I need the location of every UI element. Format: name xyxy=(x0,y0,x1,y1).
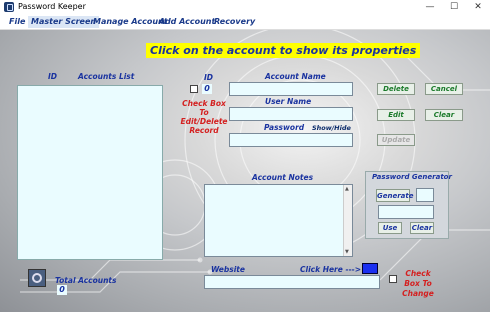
total-accounts-label: Total Accounts xyxy=(55,276,117,285)
settings-gear-icon[interactable] xyxy=(28,269,46,287)
id-label: ID xyxy=(204,73,214,82)
minimize-button[interactable]: — xyxy=(418,0,442,14)
show-hide-toggle[interactable]: Show/Hide xyxy=(312,124,351,132)
password-label: Password xyxy=(264,123,305,132)
generated-password-output[interactable] xyxy=(378,205,434,219)
update-button[interactable]: Update xyxy=(377,134,415,146)
title-bar: Password Keeper — ☐ ✕ xyxy=(0,0,490,15)
use-button[interactable]: Use xyxy=(378,222,402,234)
website-link[interactable]: Click Here ---> xyxy=(300,265,361,274)
password-generator-panel: Password Generator Generate Use Clear xyxy=(365,171,452,239)
instruction-banner: Click on the account to show its propert… xyxy=(146,43,421,58)
account-notes-textarea[interactable]: ▲ ▼ xyxy=(204,184,353,257)
account-notes-label: Account Notes xyxy=(252,173,314,182)
generator-clear-button[interactable]: Clear xyxy=(410,222,434,234)
password-input[interactable] xyxy=(229,133,353,147)
menu-add-account[interactable]: Add Account xyxy=(156,16,218,28)
record-checkbox-label: Check Box To Edit/Delete Record xyxy=(180,99,228,135)
record-checkbox[interactable] xyxy=(190,85,198,93)
lock-icon xyxy=(4,2,14,12)
open-website-button[interactable] xyxy=(362,263,378,274)
website-input[interactable] xyxy=(204,275,380,289)
menu-bar: File Master Screen Manage Account Add Ac… xyxy=(0,15,490,30)
main-panel: Click on the account to show its propert… xyxy=(0,30,490,312)
generate-button[interactable]: Generate xyxy=(376,189,414,202)
accounts-list-header: Accounts List xyxy=(78,72,135,81)
menu-file[interactable]: File xyxy=(6,16,28,28)
accounts-list[interactable] xyxy=(17,85,163,260)
edit-button[interactable]: Edit xyxy=(377,109,415,121)
account-name-input[interactable] xyxy=(229,82,353,96)
account-name-label: Account Name xyxy=(265,72,326,81)
clear-button[interactable]: Clear xyxy=(425,109,463,121)
window-title: Password Keeper xyxy=(18,2,86,11)
website-label: Website xyxy=(211,265,245,274)
accounts-id-header: ID xyxy=(48,72,58,81)
scroll-up-arrow[interactable]: ▲ xyxy=(345,186,349,192)
app-window: Password Keeper — ☐ ✕ File Master Screen… xyxy=(0,0,490,312)
close-button[interactable]: ✕ xyxy=(466,0,490,14)
scroll-down-arrow[interactable]: ▼ xyxy=(345,249,349,255)
password-length-input[interactable] xyxy=(416,188,434,202)
cancel-button[interactable]: Cancel xyxy=(425,83,463,95)
notes-scrollbar[interactable]: ▲ ▼ xyxy=(343,185,352,256)
maximize-button[interactable]: ☐ xyxy=(442,0,466,14)
menu-recovery[interactable]: Recovery xyxy=(211,16,258,28)
menu-master-screen[interactable]: Master Screen xyxy=(28,16,100,28)
total-accounts-value: 0 xyxy=(57,285,67,295)
change-checkbox-label: Check Box To Change xyxy=(402,269,434,298)
user-name-label: User Name xyxy=(265,97,312,106)
id-value: 0 xyxy=(202,84,212,94)
change-checkbox[interactable] xyxy=(389,275,397,283)
delete-button[interactable]: Delete xyxy=(377,83,415,95)
password-generator-title: Password Generator xyxy=(372,173,452,181)
user-name-input[interactable] xyxy=(229,107,353,121)
